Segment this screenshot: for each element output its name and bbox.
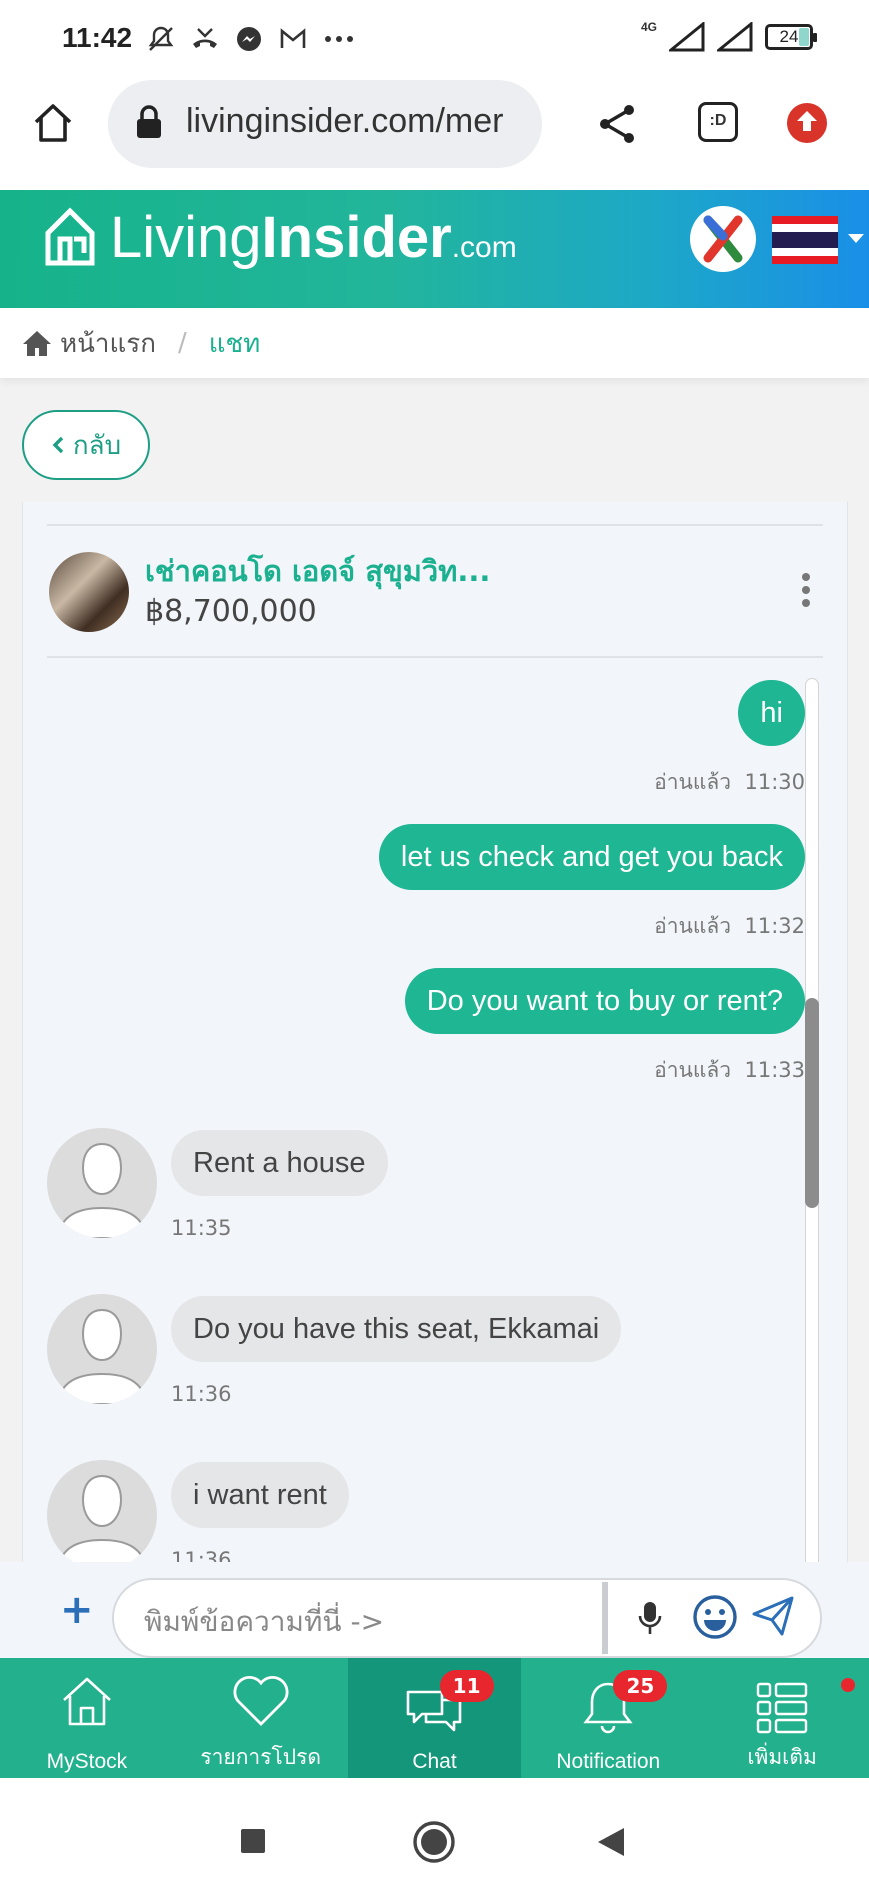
message-input-placeholder: พิมพ์ข้อความที่นี่ -> (144, 1605, 385, 1638)
message-time: 11:36 (171, 1382, 232, 1406)
message-list[interactable]: hi อ่านแล้ว 11:30 let us check and get y… (47, 658, 823, 1660)
message-time: 11:35 (171, 1216, 232, 1240)
listing-price: ฿8,700,000 (145, 594, 317, 629)
nav-label: Chat (412, 1750, 457, 1773)
network-type: 4G (640, 20, 657, 34)
lock-icon (137, 105, 161, 138)
home-icon[interactable] (32, 102, 74, 144)
nav-label: รายการโปรด (200, 1746, 322, 1769)
house-logo-icon (45, 206, 95, 265)
message-bubble-out: hi (738, 680, 805, 746)
message-meta: อ่านแล้ว 11:32 (654, 914, 805, 938)
message-meta: อ่านแล้ว 11:33 (654, 1058, 805, 1082)
back-triangle-icon[interactable] (596, 1826, 626, 1858)
home-icon[interactable] (22, 329, 52, 357)
nav-label: Notification (556, 1750, 661, 1773)
home-circle-icon[interactable] (412, 1820, 456, 1864)
listing-summary[interactable]: เช่าคอนโด เอดจ์ สุขุมวิท... ฿8,700,000 (47, 524, 823, 658)
breadcrumb-separator: / (177, 328, 187, 358)
browser-toolbar: livinginsider.com/mer :D (0, 78, 869, 190)
messenger-icon (237, 27, 261, 51)
nav-favorites[interactable]: รายการโปรด (174, 1658, 348, 1778)
home-icon (63, 1677, 111, 1726)
chat-badge: 11 (439, 1670, 494, 1702)
scrollbar-thumb[interactable] (805, 998, 819, 1208)
breadcrumb-current: แชท (208, 328, 261, 359)
listing-title[interactable]: เช่าคอนโด เอดจ์ สุขุมวิท... (145, 548, 490, 594)
share-icon[interactable] (596, 102, 638, 146)
microphone-icon[interactable] (638, 1600, 662, 1636)
mute-icon (148, 26, 174, 51)
logo-text: LivingInsider.com (110, 205, 517, 270)
update-arrow-icon[interactable] (786, 102, 828, 144)
nav-label: เพิ่มเติม (747, 1746, 817, 1769)
user-avatar-icon (55, 1142, 149, 1238)
nav-mystock[interactable]: MyStock (0, 1658, 174, 1778)
chevron-left-icon (52, 436, 64, 454)
signal-icon (669, 22, 705, 52)
user-avatar-icon (55, 1474, 149, 1570)
notification-icons (146, 24, 356, 54)
site-header: LivingInsider.com (0, 190, 869, 308)
heart-icon (233, 1676, 289, 1726)
message-bubble-in: Rent a house (171, 1130, 388, 1196)
back-button-label: กลับ (72, 430, 122, 461)
partner-x-logo[interactable] (690, 206, 756, 272)
avatar[interactable] (47, 1128, 157, 1238)
more-notification-dot (840, 1678, 855, 1692)
nav-notification[interactable]: 25 Notification (521, 1658, 695, 1778)
message-bubble-out: let us check and get you back (378, 824, 805, 890)
recents-square-icon[interactable] (240, 1828, 266, 1854)
message-bubble-in: Do you have this seat, Ekkamai (171, 1296, 622, 1362)
avatar[interactable] (47, 1294, 157, 1404)
url-text[interactable]: livinginsider.com/mer (186, 102, 532, 141)
thai-flag-icon[interactable] (772, 216, 838, 264)
kebab-menu-icon[interactable] (799, 572, 813, 608)
bottom-navigation: MyStock รายการโปรด 11 Chat 25 Notificati… (0, 1658, 869, 1778)
send-icon[interactable] (752, 1596, 794, 1636)
nav-chat[interactable]: 11 Chat (347, 1658, 522, 1778)
input-divider (602, 1582, 608, 1654)
avatar[interactable] (47, 1460, 157, 1570)
more-dots-icon (325, 36, 353, 42)
tab-switcher-icon[interactable]: :D (698, 102, 738, 142)
address-bar[interactable]: livinginsider.com/mer (108, 80, 542, 168)
emoji-icon[interactable] (692, 1594, 738, 1640)
user-avatar-icon (55, 1308, 149, 1404)
breadcrumb-home[interactable]: หน้าแรก (60, 323, 156, 364)
missed-call-icon (193, 28, 217, 48)
message-meta: อ่านแล้ว 11:30 (654, 770, 805, 794)
add-attachment-button[interactable]: + (60, 1590, 94, 1630)
battery-icon: 24 (765, 24, 817, 50)
battery-level: 24 (779, 27, 799, 46)
gmail-icon (280, 28, 306, 48)
breadcrumb: หน้าแรก / แชท (0, 308, 869, 378)
language-dropdown-caret-icon[interactable] (848, 232, 864, 244)
notification-badge: 25 (613, 1670, 668, 1702)
listing-thumbnail[interactable] (49, 552, 129, 632)
back-button[interactable]: กลับ (22, 410, 150, 480)
android-navigation-bar (0, 1778, 869, 1883)
livinginsider-logo[interactable]: LivingInsider.com (44, 204, 517, 271)
nav-label: MyStock (46, 1750, 128, 1773)
status-bar: 11:42 4G 24 (0, 0, 869, 78)
signal-icon (717, 22, 753, 52)
menu-grid-icon (756, 1682, 808, 1734)
message-bubble-in: i want rent (171, 1462, 349, 1528)
status-time: 11:42 (62, 22, 133, 53)
message-composer: + พิมพ์ข้อความที่นี่ -> (0, 1562, 869, 1658)
message-bubble-out: Do you want to buy or rent? (404, 968, 805, 1034)
chat-panel: เช่าคอนโด เอดจ์ สุขุมวิท... ฿8,700,000 h… (22, 502, 848, 1662)
system-indicators: 4G 24 (640, 20, 817, 52)
message-input[interactable]: พิมพ์ข้อความที่นี่ -> (112, 1578, 822, 1658)
nav-more[interactable]: เพิ่มเติม (695, 1658, 869, 1778)
